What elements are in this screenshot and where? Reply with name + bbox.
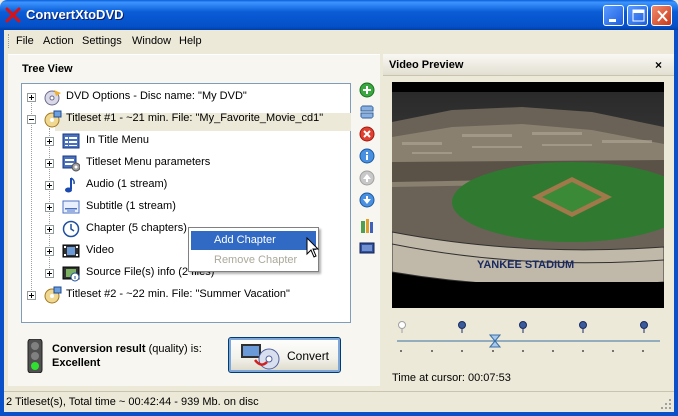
expand-toggle[interactable] — [45, 269, 54, 278]
conversion-result-value: Excellent — [52, 357, 101, 369]
titleset-icon — [44, 110, 62, 128]
close-button[interactable] — [651, 5, 672, 26]
expand-toggle[interactable] — [45, 225, 54, 234]
preview-close-button[interactable]: × — [655, 58, 662, 72]
expand-toggle[interactable] — [45, 247, 54, 256]
chapter-marker-icon[interactable] — [639, 320, 649, 334]
status-bar: 2 Titleset(s), Total time ~ 00:42:44 - 9… — [4, 391, 674, 412]
tree-node-in-title-menu[interactable]: In Title Menu — [86, 134, 149, 146]
stadium-video-image: YANKEE STADIUM — [392, 82, 664, 308]
subtitle-icon — [62, 200, 80, 214]
video-preview-panel: Video Preview × YANKEE STADIUM Time at c… — [383, 54, 674, 386]
tree-line — [31, 98, 32, 294]
tree-view[interactable]: DVD Options - Disc name: "My DVD" Titles… — [21, 83, 351, 323]
chapter-timeline[interactable] — [383, 316, 674, 366]
video-preview-header: Video Preview × — [383, 54, 674, 76]
menu-settings[interactable]: Settings — [82, 35, 122, 47]
time-at-cursor: Time at cursor: 00:07:53 — [392, 372, 511, 384]
menu-item-add-chapter[interactable]: Add Chapter — [191, 231, 316, 250]
menu-action[interactable]: Action — [43, 35, 74, 47]
add-icon[interactable] — [359, 82, 375, 98]
tree-node-titleset-menu-params[interactable]: Titleset Menu parameters — [86, 156, 210, 168]
conversion-result-label: Conversion result (quality) is: — [52, 343, 202, 355]
video-preview-title: Video Preview — [389, 59, 464, 71]
window-title: ConvertXtoDVD — [26, 7, 124, 22]
context-menu: Add Chapter Remove Chapter — [188, 227, 319, 272]
chapter-marker-icon[interactable] — [578, 320, 588, 334]
source-files-icon — [62, 266, 80, 282]
menu-params-icon — [62, 155, 80, 172]
tree-node-dvd-options[interactable]: DVD Options - Disc name: "My DVD" — [66, 90, 247, 102]
app-logo-icon — [5, 7, 21, 23]
title-bar: ConvertXtoDVD — [0, 0, 678, 30]
chapter-marker-icon[interactable] — [457, 320, 467, 334]
resize-grip-icon[interactable] — [660, 398, 672, 410]
status-text: 2 Titleset(s), Total time ~ 00:42:44 - 9… — [6, 396, 259, 408]
info-icon[interactable] — [359, 148, 375, 164]
convert-button[interactable]: Convert — [228, 337, 341, 373]
tree-node-subtitle[interactable]: Subtitle (1 stream) — [86, 200, 176, 212]
timeline-track — [397, 340, 660, 352]
merge-icon[interactable] — [359, 104, 375, 120]
expand-toggle[interactable] — [45, 181, 54, 190]
chapter-marker-icon[interactable] — [518, 320, 528, 334]
menu-icon — [62, 133, 80, 149]
screen-icon[interactable] — [359, 240, 375, 256]
tree-node-audio[interactable]: Audio (1 stream) — [86, 178, 167, 190]
remove-icon[interactable] — [359, 126, 375, 142]
tree-view-header: Tree View — [22, 63, 73, 75]
video-icon — [62, 244, 80, 258]
move-up-icon[interactable] — [359, 170, 375, 186]
expand-toggle[interactable] — [45, 137, 54, 146]
maximize-button[interactable] — [627, 5, 648, 26]
menu-item-remove-chapter: Remove Chapter — [214, 254, 298, 266]
tree-node-titleset-1[interactable]: Titleset #1 - ~21 min. File: "My_Favorit… — [66, 112, 323, 124]
menu-bar: File Action Settings Window Help — [4, 30, 674, 52]
move-down-icon[interactable] — [359, 192, 375, 208]
chapter-marker-icon[interactable] — [397, 320, 407, 334]
quality-traffic-light-icon — [27, 339, 43, 373]
menu-file[interactable]: File — [16, 35, 34, 47]
close-icon — [657, 10, 668, 22]
expand-toggle[interactable] — [45, 203, 54, 212]
dvd-options-icon — [44, 90, 61, 106]
menu-help[interactable]: Help — [179, 35, 202, 47]
convert-icon — [241, 344, 280, 370]
titleset-icon — [44, 286, 62, 304]
tree-node-chapter[interactable]: Chapter (5 chapters) — [86, 222, 187, 234]
tree-node-titleset-2[interactable]: Titleset #2 - ~22 min. File: "Summer Vac… — [66, 288, 290, 300]
tools-icon[interactable] — [359, 218, 375, 234]
convert-button-label: Convert — [287, 349, 330, 363]
mouse-cursor-icon — [306, 237, 320, 258]
expand-toggle[interactable] — [27, 291, 36, 300]
tree-panel: Tree View DVD Options - Disc name: "My D… — [8, 54, 380, 386]
minimize-icon — [609, 19, 616, 22]
menu-grip — [8, 34, 11, 48]
expand-toggle[interactable] — [45, 159, 54, 168]
collapse-toggle[interactable] — [27, 115, 36, 124]
audio-icon — [65, 177, 75, 193]
video-frame: YANKEE STADIUM — [392, 82, 664, 308]
minimize-button[interactable] — [603, 5, 624, 26]
menu-window[interactable]: Window — [132, 35, 171, 47]
tree-node-video[interactable]: Video — [86, 244, 114, 256]
expand-toggle[interactable] — [27, 93, 36, 102]
stadium-sign-text: YANKEE STADIUM — [477, 259, 574, 271]
time-cursor-icon[interactable] — [489, 334, 501, 348]
maximize-icon — [632, 9, 645, 22]
chapter-icon — [62, 220, 80, 238]
